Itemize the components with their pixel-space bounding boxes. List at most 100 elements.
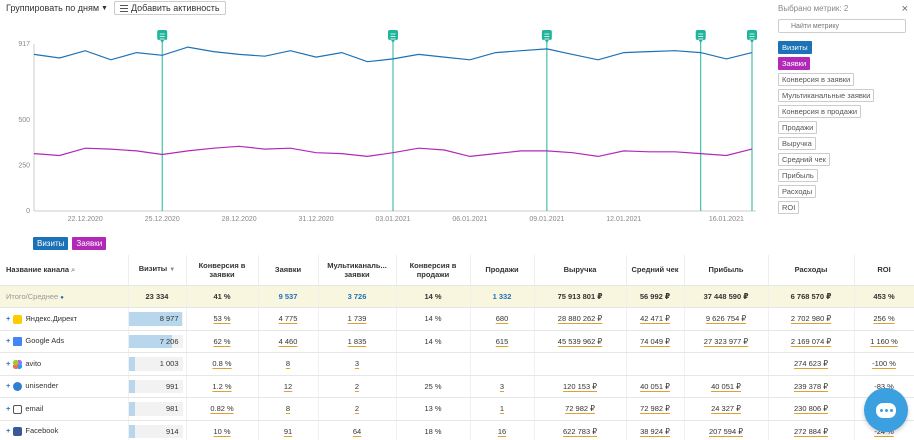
x-tick-label: 06.01.2021 <box>452 216 487 223</box>
metric-costs[interactable]: Расходы <box>778 185 817 198</box>
cell-roi: -100 % <box>854 352 914 376</box>
col-sales[interactable]: Продажи <box>470 255 535 286</box>
cell-conv: 53 % <box>186 307 259 331</box>
activity-marker-icon[interactable] <box>541 30 552 43</box>
activity-marker-icon[interactable] <box>388 30 398 43</box>
metric-profit[interactable]: Прибыль <box>778 169 818 182</box>
expand-icon[interactable]: + <box>6 336 10 345</box>
col-revenue[interactable]: Выручка <box>534 255 627 286</box>
cell-profit: 207 594 ₽ <box>684 420 769 440</box>
x-tick-label: 28.12.2020 <box>222 216 257 223</box>
summary-conv: 41 % <box>186 285 259 308</box>
cell-value: 12 <box>283 381 293 391</box>
cell-name[interactable]: + unisender <box>0 375 129 398</box>
cell-value: 14 % <box>424 314 442 324</box>
cell-name[interactable]: + avito <box>0 352 129 376</box>
expand-icon[interactable]: + <box>6 404 10 413</box>
expand-icon[interactable]: + <box>6 359 10 368</box>
metric-sales[interactable]: Продажи <box>778 121 818 134</box>
col-requests[interactable]: Заявки <box>258 255 319 286</box>
activity-marker-icon[interactable] <box>747 30 757 43</box>
add-activity-button[interactable]: Добавить активность <box>113 1 226 15</box>
cell-name[interactable]: + Facebook <box>0 420 129 440</box>
col-profit[interactable]: Прибыль <box>684 255 769 286</box>
cell-name[interactable]: + email <box>0 397 129 421</box>
cell-multi: 2 <box>318 397 397 421</box>
cell-value: 1 739 <box>347 314 367 324</box>
metric-conversion-sales[interactable]: Конверсия в продажи <box>778 105 862 118</box>
search-icon[interactable]: ⌕ <box>71 265 75 274</box>
metric-multichannel-requests[interactable]: Мультиканальные заявки <box>778 89 875 102</box>
cell-value: 274 623 ₽ <box>794 359 828 369</box>
x-tick-label: 12.01.2021 <box>606 216 641 223</box>
cell-value: 239 378 ₽ <box>794 381 828 391</box>
cell-sales: 16 <box>470 420 535 440</box>
col-conversion-requests[interactable]: Конверсия в заявки <box>186 255 259 286</box>
activity-marker-icon[interactable] <box>157 30 168 43</box>
y-tick-label: 0 <box>26 208 30 215</box>
col-roi[interactable]: ROI <box>854 255 914 286</box>
visits-value: 7 206 <box>159 336 179 346</box>
col-conversion-sales[interactable]: Конверсия в продажи <box>396 255 471 286</box>
col-visits[interactable]: Визиты ▼ <box>128 255 187 286</box>
col-multichannel[interactable]: Мультиканаль... заявки <box>318 255 397 286</box>
cell-revenue: 72 982 ₽ <box>534 397 627 421</box>
close-icon[interactable]: × <box>902 3 908 14</box>
metric-revenue[interactable]: Выручка <box>778 137 816 150</box>
cell-value: 680 <box>495 314 509 324</box>
metric-average-check[interactable]: Средний чек <box>778 153 830 166</box>
cell-avg: 38 924 ₽ <box>626 420 685 440</box>
cell-value: 9 626 754 ₽ <box>705 314 747 324</box>
summary-avg: 56 992 ₽ <box>626 285 685 308</box>
metric-roi[interactable]: ROI <box>778 201 800 214</box>
cell-conv-sales: 18 % <box>396 420 471 440</box>
channel-icon <box>13 404 23 414</box>
summary-multi[interactable]: 3 726 <box>318 285 397 308</box>
legend-visits[interactable]: Визиты <box>33 237 69 250</box>
expand-icon[interactable]: + <box>6 381 10 390</box>
expand-icon[interactable]: + <box>6 314 10 323</box>
cell-value: 10 % <box>213 426 231 436</box>
x-tick-label: 03.01.2021 <box>375 216 410 223</box>
x-tick-label: 09.01.2021 <box>529 216 564 223</box>
cell-conv: 0.8 % <box>186 352 259 376</box>
group-by-label: Группировать по дням <box>6 3 100 13</box>
cell-avg: 74 049 ₽ <box>626 330 685 353</box>
cell-name[interactable]: + Google Ads <box>0 330 129 353</box>
chart-legend: Визиты Заявки <box>33 237 107 250</box>
expand-icon[interactable]: + <box>6 426 10 435</box>
metric-visits[interactable]: Визиты <box>778 41 812 54</box>
activity-marker-icon[interactable] <box>695 30 706 43</box>
cell-value: 8 <box>285 404 291 414</box>
cell-value: 40 051 ₽ <box>711 381 741 391</box>
visits-value: 1 003 <box>159 359 179 369</box>
cell-revenue <box>534 352 627 376</box>
metric-conversion-requests[interactable]: Конверсия в заявки <box>778 73 855 86</box>
list-icon <box>119 4 128 12</box>
cell-multi: 2 <box>318 375 397 398</box>
cell-req: 91 <box>258 420 319 440</box>
chat-button[interactable] <box>864 388 908 432</box>
group-by-select[interactable]: Группировать по дням ▼ <box>6 3 108 13</box>
channels-table-wrap: Название канала ⌕ Визиты ▼ Конверсия в з… <box>0 255 914 440</box>
col-costs[interactable]: Расходы <box>768 255 855 286</box>
col-avg-check[interactable]: Средний чек <box>626 255 685 286</box>
sort-desc-icon: ▼ <box>169 267 176 274</box>
cell-costs: 274 623 ₽ <box>768 352 855 376</box>
legend-requests[interactable]: Заявки <box>72 237 107 250</box>
cell-avg <box>626 352 685 376</box>
cell-visits: 914 <box>128 420 187 440</box>
summary-requests[interactable]: 9 537 <box>258 285 319 308</box>
summary-sales[interactable]: 1 332 <box>470 285 535 308</box>
cell-value: 0.8 % <box>212 359 232 369</box>
cell-avg: 40 051 ₽ <box>626 375 685 398</box>
add-activity-label: Добавить активность <box>130 3 220 13</box>
summary-conv-sales: 14 % <box>396 285 471 308</box>
metric-search-input[interactable] <box>778 19 906 33</box>
metric-requests[interactable]: Заявки <box>778 57 811 70</box>
col-channel-name[interactable]: Название канала ⌕ <box>0 255 129 286</box>
cell-revenue: 45 539 962 ₽ <box>534 330 627 353</box>
cell-value: 40 051 ₽ <box>640 381 670 391</box>
cell-name[interactable]: + Яндекс.Директ <box>0 307 129 331</box>
chat-icon <box>876 402 896 418</box>
